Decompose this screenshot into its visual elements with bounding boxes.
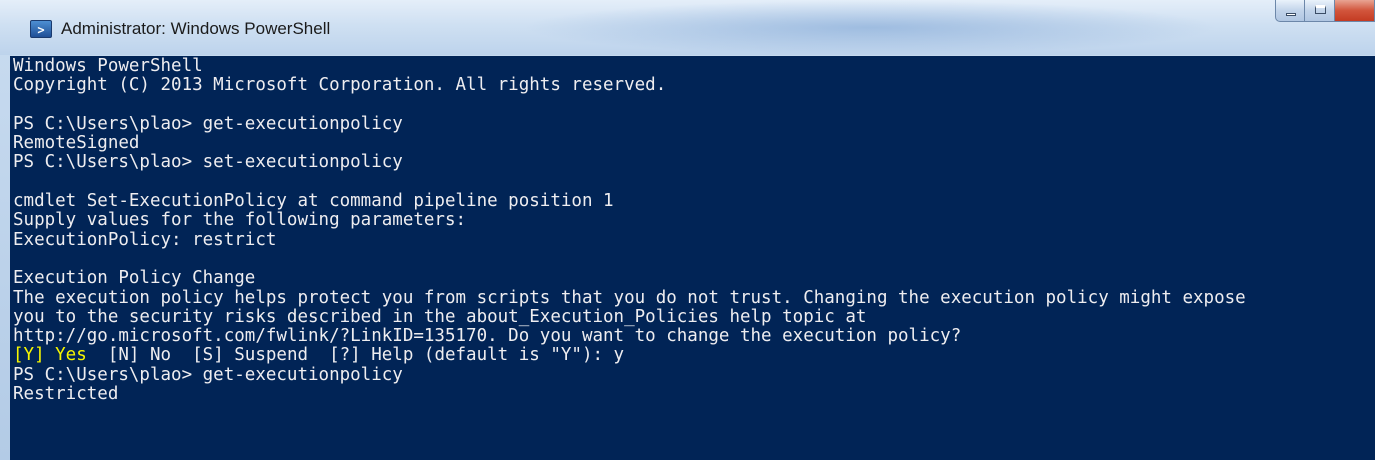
console-line: you to the security risks described in t… — [13, 306, 867, 327]
console-line: http://go.microsoft.com/fwlink/?LinkID=1… — [13, 326, 962, 347]
minimize-icon[interactable] — [1275, 0, 1305, 22]
console-line: Execution Policy Change — [13, 268, 256, 289]
console-line: cmdlet Set-ExecutionPolicy at command pi… — [13, 191, 614, 212]
maximize-icon[interactable] — [1305, 0, 1335, 22]
close-icon[interactable] — [1335, 0, 1375, 22]
console-line: PS C:\Users\plao> set-executionpolicy — [13, 152, 403, 173]
console-text: Windows PowerShell Copyright (C) 2013 Mi… — [10, 56, 1375, 404]
title-bar[interactable]: > Administrator: Windows PowerShell — [0, 0, 1375, 55]
window-title: Administrator: Windows PowerShell — [61, 19, 331, 38]
console-line: The execution policy helps protect you f… — [13, 287, 1246, 308]
window-controls — [1275, 0, 1375, 24]
console-line: Copyright (C) 2013 Microsoft Corporation… — [13, 75, 667, 96]
console-line: RemoteSigned — [13, 133, 140, 154]
console-line: PS C:\Users\plao> get-executionpolicy — [13, 113, 403, 134]
prompt-choice-yes: [Y] Yes — [13, 345, 87, 366]
console-output[interactable]: Windows PowerShell Copyright (C) 2013 Mi… — [10, 56, 1375, 460]
console-line: Windows PowerShell — [13, 56, 203, 76]
title-bar-glow — [520, 0, 1220, 55]
powershell-icon[interactable]: > — [30, 20, 52, 38]
console-line: ExecutionPolicy: restrict — [13, 229, 277, 250]
console-line: Restricted — [13, 384, 119, 405]
console-line: PS C:\Users\plao> get-executionpolicy — [13, 364, 403, 385]
powershell-window: > Administrator: Windows PowerShell Wind… — [0, 0, 1375, 460]
console-line: Supply values for the following paramete… — [13, 210, 467, 231]
prompt-choices: [N] No [S] Suspend [?] Help (default is … — [86, 345, 625, 366]
